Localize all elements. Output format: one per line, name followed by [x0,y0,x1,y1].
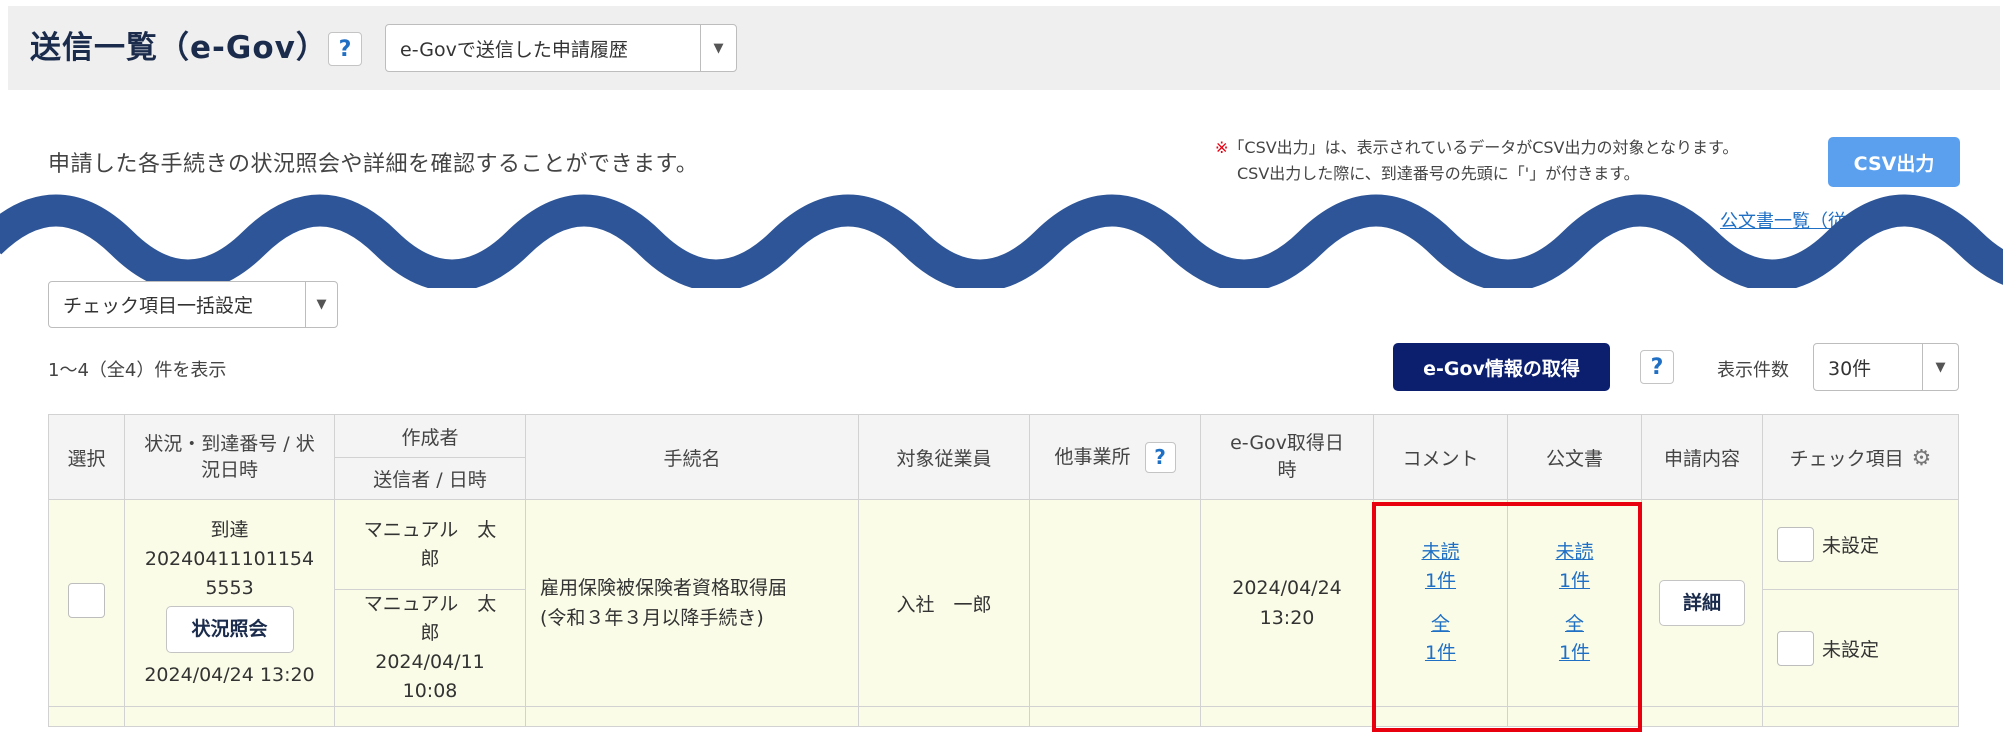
other-office-cell [1029,499,1201,707]
bulk-check-select[interactable]: チェック項目一括設定 ▼ [48,281,338,328]
col-creator: 作成者 [334,414,526,458]
per-page-select[interactable]: 30件 ▼ [1813,343,1959,391]
col-official-doc: 公文書 [1507,414,1642,500]
help-icon[interactable]: ? [1640,350,1674,384]
check-item-2-checkbox[interactable] [1777,630,1814,666]
comment-cell: 未読 1件 全 1件 [1373,499,1508,707]
select-cell [48,499,125,707]
procedure-note: (令和３年３月以降手続き) [540,607,764,629]
creator-cell: マニュアル 太郎 [334,499,526,590]
check-item-2-label: 未設定 [1822,638,1880,661]
detail-button[interactable]: 詳細 [1659,580,1745,626]
history-select[interactable]: e-Govで送信した申請履歴 ▼ [385,24,737,72]
doc-unread-link[interactable]: 未読 1件 [1508,538,1641,596]
col-egov-date: e-Gov取得日時 [1200,414,1374,500]
col-sender: 送信者 / 日時 [334,457,526,500]
csv-note-mark: ※ [1215,138,1229,157]
csv-note: ※「CSV出力」は、表示されているデータがCSV出力の対象となります。 CSV出… [1215,135,1738,187]
col-select: 選択 [48,414,125,500]
doc-unread-count: 1件 [1558,570,1591,592]
comment-all-link[interactable]: 全 1件 [1374,610,1507,668]
check-item-cell-1: 未設定 [1762,499,1959,590]
page-title: 送信一覧（e-Gov） [30,30,328,66]
comment-unread-count: 1件 [1424,570,1457,592]
sender-name: マニュアル 太郎 [363,593,497,644]
col-other-office: 他事業所 ? [1029,414,1201,500]
col-comment: コメント [1373,414,1508,500]
status-label: 到達 [210,519,249,541]
per-page-label: 表示件数 [1717,360,1789,381]
per-page-value: 30件 [1828,357,1872,380]
egov-date-cell: 2024/04/24 13:20 [1200,499,1374,707]
comment-all-label: 全 [1430,613,1450,635]
csv-note-line1: ※「CSV出力」は、表示されているデータがCSV出力の対象となります。 [1215,135,1738,161]
table-row: 到達 202404111011545553 状況照会 2024/04/24 13… [48,499,1959,707]
bulk-check-select-value: チェック項目一括設定 [63,295,254,317]
status-inquiry-button[interactable]: 状況照会 [165,606,294,653]
check-item-1: 未設定 [1763,527,1958,562]
chevron-down-icon: ▼ [1922,344,1958,390]
doc-all-count: 1件 [1558,642,1591,664]
col-application: 申請内容 [1641,414,1763,500]
page-description: 申請した各手続きの状況照会や詳細を確認することができます。 [48,152,699,177]
comment-unread-label: 未読 [1421,541,1460,563]
col-other-office-label: 他事業所 [1054,445,1131,468]
result-count: 1～4（全4）件を表示 [48,360,227,381]
check-item-2: 未設定 [1763,630,1958,666]
csv-note-text1: 「CSV出力」は、表示されているデータがCSV出力の対象となります。 [1228,138,1739,157]
procedure-cell: 雇用保険被保険者資格取得届 (令和３年３月以降手続き) [525,499,859,707]
chevron-down-icon: ▼ [700,25,736,71]
arrival-number: 202404111011545553 [144,548,315,599]
csv-export-button[interactable]: CSV出力 [1828,137,1960,187]
doc-all-label: 全 [1564,613,1584,635]
comment-all-count: 1件 [1424,642,1457,664]
csv-note-line2: CSV出力した際に、到達番号の先頭に「'」が付きます。 [1237,164,1640,183]
history-select-value: e-Govで送信した申請履歴 [400,38,628,61]
row-select-checkbox[interactable] [68,583,105,618]
col-status: 状況・到達番号 / 状況日時 [124,414,335,500]
wave-divider [0,194,2003,288]
doc-unread-label: 未読 [1555,541,1594,563]
application-cell: 詳細 [1641,499,1763,707]
help-icon[interactable]: ? [1144,441,1176,473]
check-item-1-checkbox[interactable] [1777,527,1814,562]
official-doc-cell: 未読 1件 全 1件 [1507,499,1642,707]
check-item-1-label: 未設定 [1822,535,1880,557]
sent-datetime: 2024/04/11 10:08 [375,651,485,702]
submission-table: 選択 状況・到達番号 / 状況日時 作成者 手続名 対象従業員 他事業所 ? e… [48,414,1959,727]
table-row-next [48,706,1959,727]
status-cell: 到達 202404111011545553 状況照会 2024/04/24 13… [124,499,335,707]
col-procedure: 手続名 [525,414,859,500]
col-check-items-label: チェック項目 [1789,447,1904,470]
col-employee: 対象従業員 [858,414,1030,500]
egov-fetch-button[interactable]: e-Gov情報の取得 [1393,343,1610,391]
col-check-items: チェック項目 ⚙ [1762,414,1959,500]
chevron-down-icon: ▼ [305,282,337,327]
check-item-cell-2: 未設定 [1762,589,1959,707]
help-icon[interactable]: ? [328,32,362,66]
sender-cell: マニュアル 太郎 2024/04/11 10:08 [334,589,526,707]
doc-all-link[interactable]: 全 1件 [1508,610,1641,668]
gear-icon[interactable]: ⚙ [1912,446,1932,471]
status-datetime: 2024/04/24 13:20 [144,664,315,686]
comment-unread-link[interactable]: 未読 1件 [1374,538,1507,596]
employee-cell: 入社 一郎 [858,499,1030,707]
procedure-name: 雇用保険被保険者資格取得届 [540,577,788,599]
